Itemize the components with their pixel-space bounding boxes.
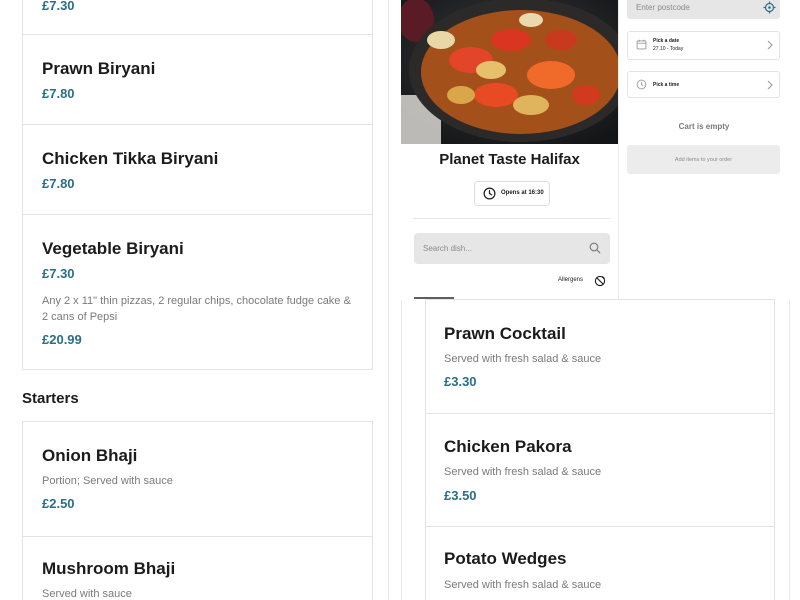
- chevron-right-icon: [767, 40, 773, 50]
- dish-price: £7.30: [42, 0, 75, 13]
- date-picker[interactable]: Pick a date 27.10 - Today: [627, 31, 780, 60]
- dish-name: Prawn Cocktail: [444, 324, 566, 343]
- calendar-icon: [636, 39, 647, 50]
- postcode-box[interactable]: [627, 0, 780, 19]
- dish-name: Chicken Tikka Biryani: [42, 149, 219, 168]
- restaurant-name: Planet Taste Halifax: [439, 151, 580, 168]
- dish-search-input[interactable]: [414, 233, 584, 264]
- search-icon[interactable]: [589, 242, 601, 254]
- menu-item-card[interactable]: Potato Wedges Served with fresh salad & …: [425, 526, 775, 600]
- dish-price: £7.30: [42, 266, 75, 281]
- divider: [789, 300, 790, 600]
- menu-item-card[interactable]: Prawn Cocktail Served with fresh salad &…: [425, 299, 775, 414]
- allergens-link[interactable]: Allergens: [558, 277, 583, 283]
- dish-price: £3.30: [444, 374, 477, 389]
- section-title-starters: Starters: [22, 390, 79, 407]
- date-picker-title: Pick a date: [653, 38, 680, 44]
- allergen-icon[interactable]: [594, 275, 606, 287]
- food-pan-image: [401, 0, 618, 144]
- date-picker-value: 27.10 - Today: [653, 46, 684, 52]
- dish-price: £7.80: [42, 176, 75, 191]
- menu-item-card[interactable]: Onion Bhaji Portion; Served with sauce £…: [22, 421, 373, 537]
- dish-name: Mushroom Bhaji: [42, 559, 176, 578]
- locate-icon[interactable]: [763, 1, 776, 14]
- menu-item-card[interactable]: Chicken Pakora Served with fresh salad &…: [425, 413, 775, 527]
- dish-description: Portion; Served with sauce: [42, 475, 173, 487]
- dish-description: Any 2 x 11" thin pizzas, 2 regular chips…: [42, 295, 351, 323]
- dish-description: Served with fresh salad & sauce: [444, 353, 602, 365]
- opening-time-badge[interactable]: Opens at 16:30: [474, 181, 550, 206]
- left-menu-column: £7.30 Any 2 x 11" thin pizzas, 2 regular…: [0, 0, 389, 600]
- dish-description: Served with fresh salad & sauce: [444, 579, 602, 591]
- dish-name: Onion Bhaji: [42, 446, 138, 465]
- menu-item-card[interactable]: Chicken Tikka Biryani £7.80: [22, 124, 373, 215]
- dish-description: Served with fresh salad & sauce: [444, 466, 602, 478]
- clock-icon: [636, 79, 647, 90]
- order-panel: Pick a date 27.10 - Today Pick a time Ca…: [618, 0, 800, 300]
- postcode-input[interactable]: [627, 0, 757, 19]
- menu-item-card[interactable]: Mushroom Bhaji Served with sauce: [22, 536, 373, 600]
- dish-price: £7.80: [42, 86, 75, 101]
- add-items-button[interactable]: Add items to your order: [627, 145, 780, 174]
- right-menu-column: Prawn Cocktail Served with fresh salad &…: [401, 297, 789, 600]
- restaurant-info-panel: Planet Taste Halifax Opens at 16:30 Alle…: [401, 144, 618, 300]
- menu-item-card[interactable]: £7.30: [22, 0, 373, 35]
- time-picker-title: Pick a time: [653, 82, 680, 88]
- menu-item-card[interactable]: Vegetable Biryani £7.30: [22, 214, 373, 291]
- time-picker[interactable]: Pick a time: [627, 71, 780, 98]
- dish-name: Chicken Pakora: [444, 437, 572, 456]
- cart-status: Cart is empty: [678, 122, 730, 131]
- dish-search-box[interactable]: [414, 233, 610, 264]
- dish-name: Vegetable Biryani: [42, 239, 184, 258]
- chevron-right-icon: [767, 80, 773, 90]
- dish-description: Served with sauce: [42, 588, 132, 600]
- dish-price: £2.50: [42, 496, 75, 511]
- dish-price: £3.50: [444, 488, 477, 503]
- restaurant-hero-image: [401, 0, 618, 144]
- menu-item-card[interactable]: Prawn Biryani £7.80: [22, 34, 373, 125]
- clock-icon: [483, 187, 496, 200]
- opening-time-label: Opens at 16:30: [501, 190, 544, 196]
- dish-name: Prawn Biryani: [42, 59, 156, 78]
- dish-price: £20.99: [42, 332, 82, 347]
- dish-name: Potato Wedges: [444, 549, 567, 568]
- divider: [413, 218, 610, 219]
